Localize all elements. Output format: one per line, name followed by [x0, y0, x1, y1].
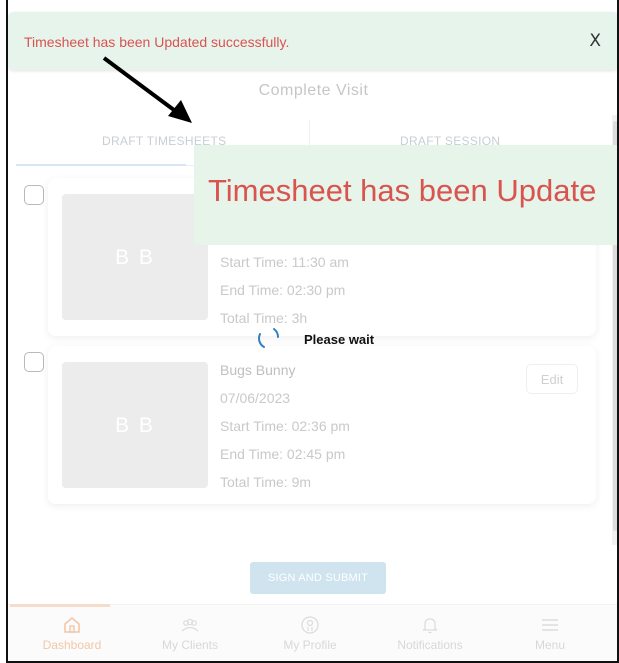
update-banner: Timesheet has been Update [194, 145, 617, 245]
nav-my-profile[interactable]: My Profile [255, 605, 365, 661]
nav-label: Menu [534, 638, 566, 652]
nav-notifications[interactable]: Notifications [375, 605, 485, 661]
start-time: Start Time: 11:30 am [220, 254, 349, 270]
total-time: Total Time: 9m [220, 474, 312, 490]
menu-icon [542, 619, 558, 631]
toast-message: Timesheet has been Updated successfully. [24, 34, 290, 50]
nav-my-clients[interactable]: My Clients [135, 605, 245, 661]
users-icon [181, 618, 199, 632]
nav-label: My Clients [161, 638, 218, 652]
loading-spinner-icon [258, 328, 279, 348]
visit-date: 07/06/2023 [220, 390, 291, 406]
client-name: Bugs Bunny [220, 362, 296, 378]
avatar: B B [62, 362, 208, 488]
sign-and-submit-button[interactable]: SIGN AND SUBMIT [250, 562, 386, 594]
timesheet-card-2: B B Bugs Bunny 07/06/2023 Start Time: 02… [48, 346, 596, 504]
end-time: End Time: 02:30 pm [220, 282, 346, 298]
success-toast: Timesheet has been Updated successfully.… [8, 12, 617, 70]
bell-icon [422, 618, 438, 634]
timesheet-checkbox-1[interactable] [24, 185, 44, 205]
timesheet-checkbox-2[interactable] [24, 352, 44, 372]
active-tab-indicator [16, 164, 186, 166]
update-banner-text: Timesheet has been Update [208, 173, 597, 208]
edit-button[interactable]: Edit [526, 364, 578, 394]
bottom-navigation: Dashboard My Clients My Profile Notifica… [8, 604, 617, 661]
end-time: End Time: 02:45 pm [220, 446, 346, 462]
total-time: Total Time: 3h [220, 310, 308, 326]
start-time: Start Time: 02:36 pm [220, 418, 350, 434]
profile-icon [301, 616, 319, 634]
nav-menu[interactable]: Menu [495, 605, 605, 661]
app-frame: Timesheet has been Updated successfully.… [6, 0, 619, 663]
nav-dashboard[interactable]: Dashboard [17, 605, 127, 661]
avatar: B B [62, 194, 208, 320]
please-wait-text: Please wait [304, 332, 375, 347]
nav-label: My Profile [283, 638, 337, 652]
avatar-initials: B B [115, 414, 155, 437]
home-icon [64, 616, 80, 633]
page-title: Complete Visit [258, 82, 369, 99]
toast-close-button[interactable]: X [589, 31, 601, 51]
nav-label: Dashboard [42, 638, 102, 652]
avatar-initials: B B [115, 246, 155, 269]
nav-label: Notifications [397, 638, 463, 652]
